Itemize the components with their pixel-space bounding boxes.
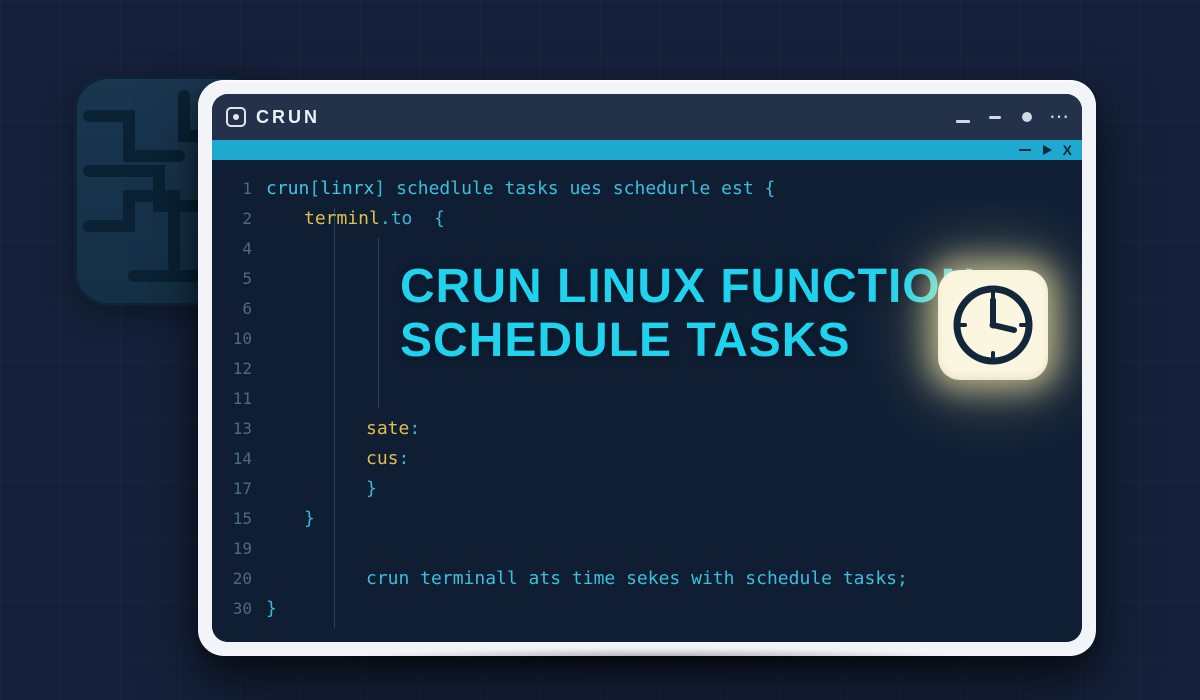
token: crun [266,174,309,204]
line-number: 2 [212,204,252,234]
window-minimize-button[interactable] [954,112,972,123]
token: sate [366,414,409,444]
line-number: 10 [212,324,252,354]
code-line: crun[linrx] schedlule tasks ues schedurl… [266,174,1066,204]
line-number: 1 [212,174,252,204]
code-line [266,534,1066,564]
line-number: 13 [212,414,252,444]
indent-guide [334,208,335,628]
app-logo-icon [226,107,246,127]
line-number: 19 [212,534,252,564]
token: cus [366,444,399,474]
code-editor[interactable]: 1 2 4 5 6 10 12 11 13 14 17 15 19 20 30 [212,160,1082,642]
window-restore-button[interactable] [986,116,1004,119]
code-line: } [266,504,1066,534]
window-more-button[interactable] [1050,112,1068,122]
app-title: CRUN [256,107,320,128]
token: } [304,504,315,534]
code-line [266,234,1066,264]
token: terminl [304,204,380,234]
line-number: 4 [212,234,252,264]
line-number: 20 [212,564,252,594]
token: : [409,414,420,444]
ribbon-close-button[interactable]: X [1063,143,1072,157]
code-line: sate: [266,414,1066,444]
line-number: 15 [212,504,252,534]
bracket-open-icon: [ [309,174,320,204]
indent-guide [378,238,379,408]
code-line: } [266,594,1066,624]
line-number: 11 [212,384,252,414]
ribbon-run-button[interactable] [1041,144,1053,156]
device-frame: CRUN X 1 2 4 5 6 10 [198,80,1096,656]
code-area[interactable]: crun[linrx] schedlule tasks ues schedurl… [260,160,1082,642]
line-number-gutter: 1 2 4 5 6 10 12 11 13 14 17 15 19 20 30 [212,160,260,642]
token: : [399,444,410,474]
code-line: crun terminall ats time sekes with sched… [266,564,1066,594]
bracket-close-icon: ] [374,174,385,204]
play-icon [1041,144,1053,156]
line-number: 30 [212,594,252,624]
token: crun terminall ats time sekes with sched… [366,564,908,594]
line-number: 6 [212,294,252,324]
ribbon-collapse-button[interactable] [1019,149,1031,151]
clock-icon [938,270,1048,380]
token: } [266,594,277,624]
device-shadow [210,644,1105,674]
line-number: 17 [212,474,252,504]
token: schedlule tasks ues schedurle est { [385,174,775,204]
token: } [366,474,377,504]
line-number: 5 [212,264,252,294]
line-number: 14 [212,444,252,474]
code-line [266,384,1066,414]
token: linrx [320,174,374,204]
title-bar: CRUN [212,94,1082,140]
token: .to { [380,204,445,234]
app-window: CRUN X 1 2 4 5 6 10 [212,94,1082,642]
code-line: cus: [266,444,1066,474]
action-ribbon: X [212,140,1082,160]
line-number: 12 [212,354,252,384]
window-controls [954,112,1068,123]
code-line: terminl.to { [266,204,1066,234]
clock-badge [938,270,1048,380]
window-maximize-button[interactable] [1018,112,1036,122]
code-line: } [266,474,1066,504]
